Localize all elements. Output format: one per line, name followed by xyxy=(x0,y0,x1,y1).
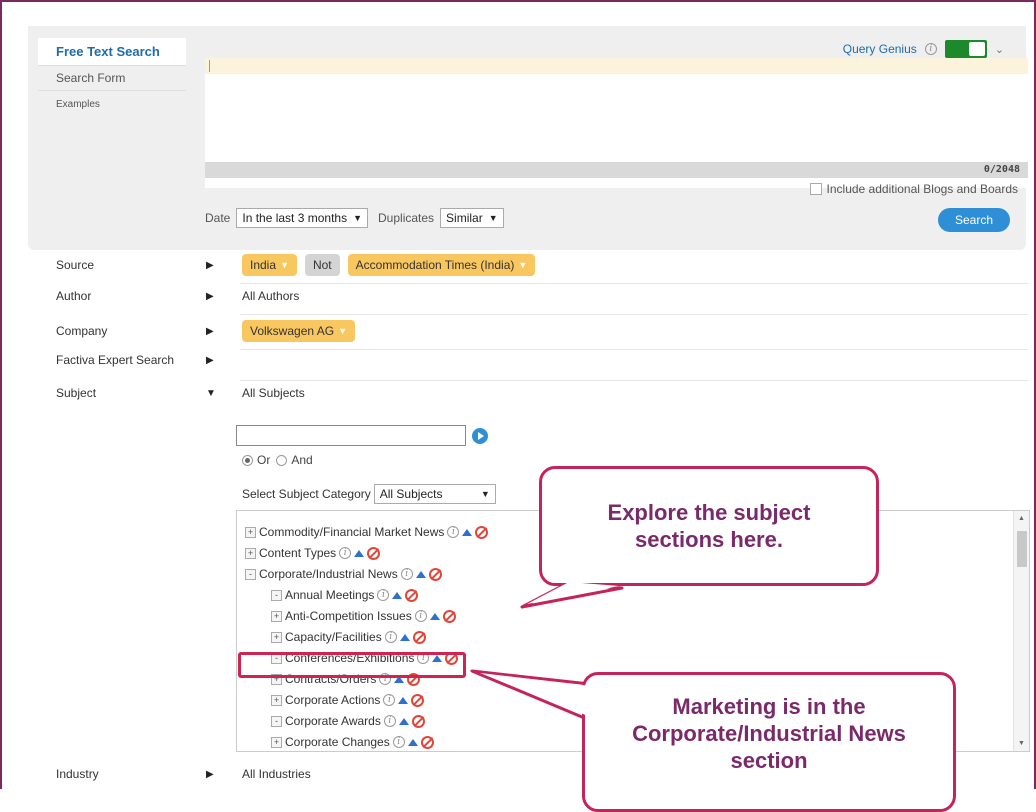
callout-pointer-joins xyxy=(480,582,641,720)
